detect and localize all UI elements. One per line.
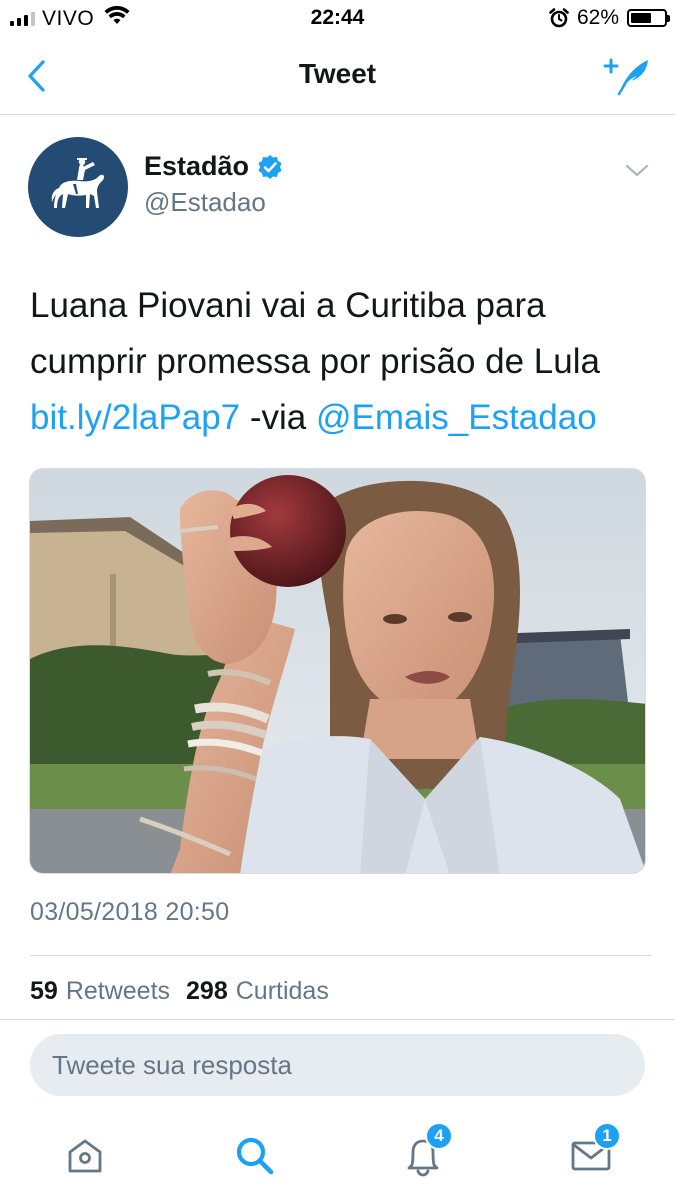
tweet-timestamp: 03/05/2018 20:50 (30, 898, 230, 926)
retweets-label: Retweets (65, 977, 171, 1005)
tab-search[interactable] (225, 1126, 285, 1186)
messages-badge: 1 (593, 1122, 621, 1150)
tweet-stats: 59 Retweets 298 Curtidas (30, 977, 345, 1006)
compose-tweet-button[interactable] (601, 54, 653, 98)
chevron-down-icon (625, 164, 649, 178)
tweet-header: Estadão @Estadao (0, 115, 675, 245)
tweet-media[interactable] (29, 468, 646, 874)
tab-home[interactable] (55, 1126, 115, 1186)
retweets-count: 59 (30, 977, 58, 1005)
tab-messages[interactable]: 1 (561, 1122, 621, 1186)
verified-badge-icon (257, 154, 283, 180)
battery-percent: 62% (576, 6, 619, 29)
home-icon (65, 1136, 105, 1176)
author-name-text: Estadão (144, 151, 250, 181)
tweet-via: -via (240, 398, 316, 437)
nav-bar: Tweet (0, 38, 675, 115)
author-name[interactable]: Estadão (144, 151, 283, 182)
likes-stat[interactable]: 298 Curtidas (186, 977, 329, 1006)
tweet-options-button[interactable] (623, 161, 651, 181)
avatar[interactable] (28, 137, 128, 237)
page-title: Tweet (298, 58, 377, 89)
tab-notifications[interactable]: 4 (393, 1122, 453, 1186)
horse-rider-logo (43, 152, 113, 222)
tweet-body: Luana Piovani vai a Curitiba para cumpri… (30, 286, 600, 381)
search-icon (234, 1135, 276, 1177)
reply-input[interactable] (30, 1034, 645, 1096)
battery-fill (631, 13, 651, 23)
compose-tweet-icon (603, 56, 651, 96)
likes-count: 298 (186, 977, 228, 1005)
tweet-link[interactable]: bit.ly/2laPap7 (30, 398, 240, 437)
tab-bar: 4 1 (0, 1110, 675, 1200)
status-right: 62% (549, 6, 670, 30)
divider (30, 955, 651, 956)
divider (0, 1019, 675, 1020)
status-bar: VIVO 22:44 62% (0, 0, 675, 38)
author-handle[interactable]: @Estadao (144, 187, 266, 218)
battery-icon (627, 9, 670, 27)
likes-label: Curtidas (235, 977, 329, 1005)
notifications-badge: 4 (425, 1122, 453, 1150)
retweets-stat[interactable]: 59 Retweets (30, 977, 170, 1006)
tweet-text: Luana Piovani vai a Curitiba para cumpri… (30, 278, 655, 446)
alarm-icon (549, 8, 569, 28)
tweet-mention[interactable]: @Emais_Estadao (316, 398, 597, 437)
media-photo (30, 469, 645, 873)
